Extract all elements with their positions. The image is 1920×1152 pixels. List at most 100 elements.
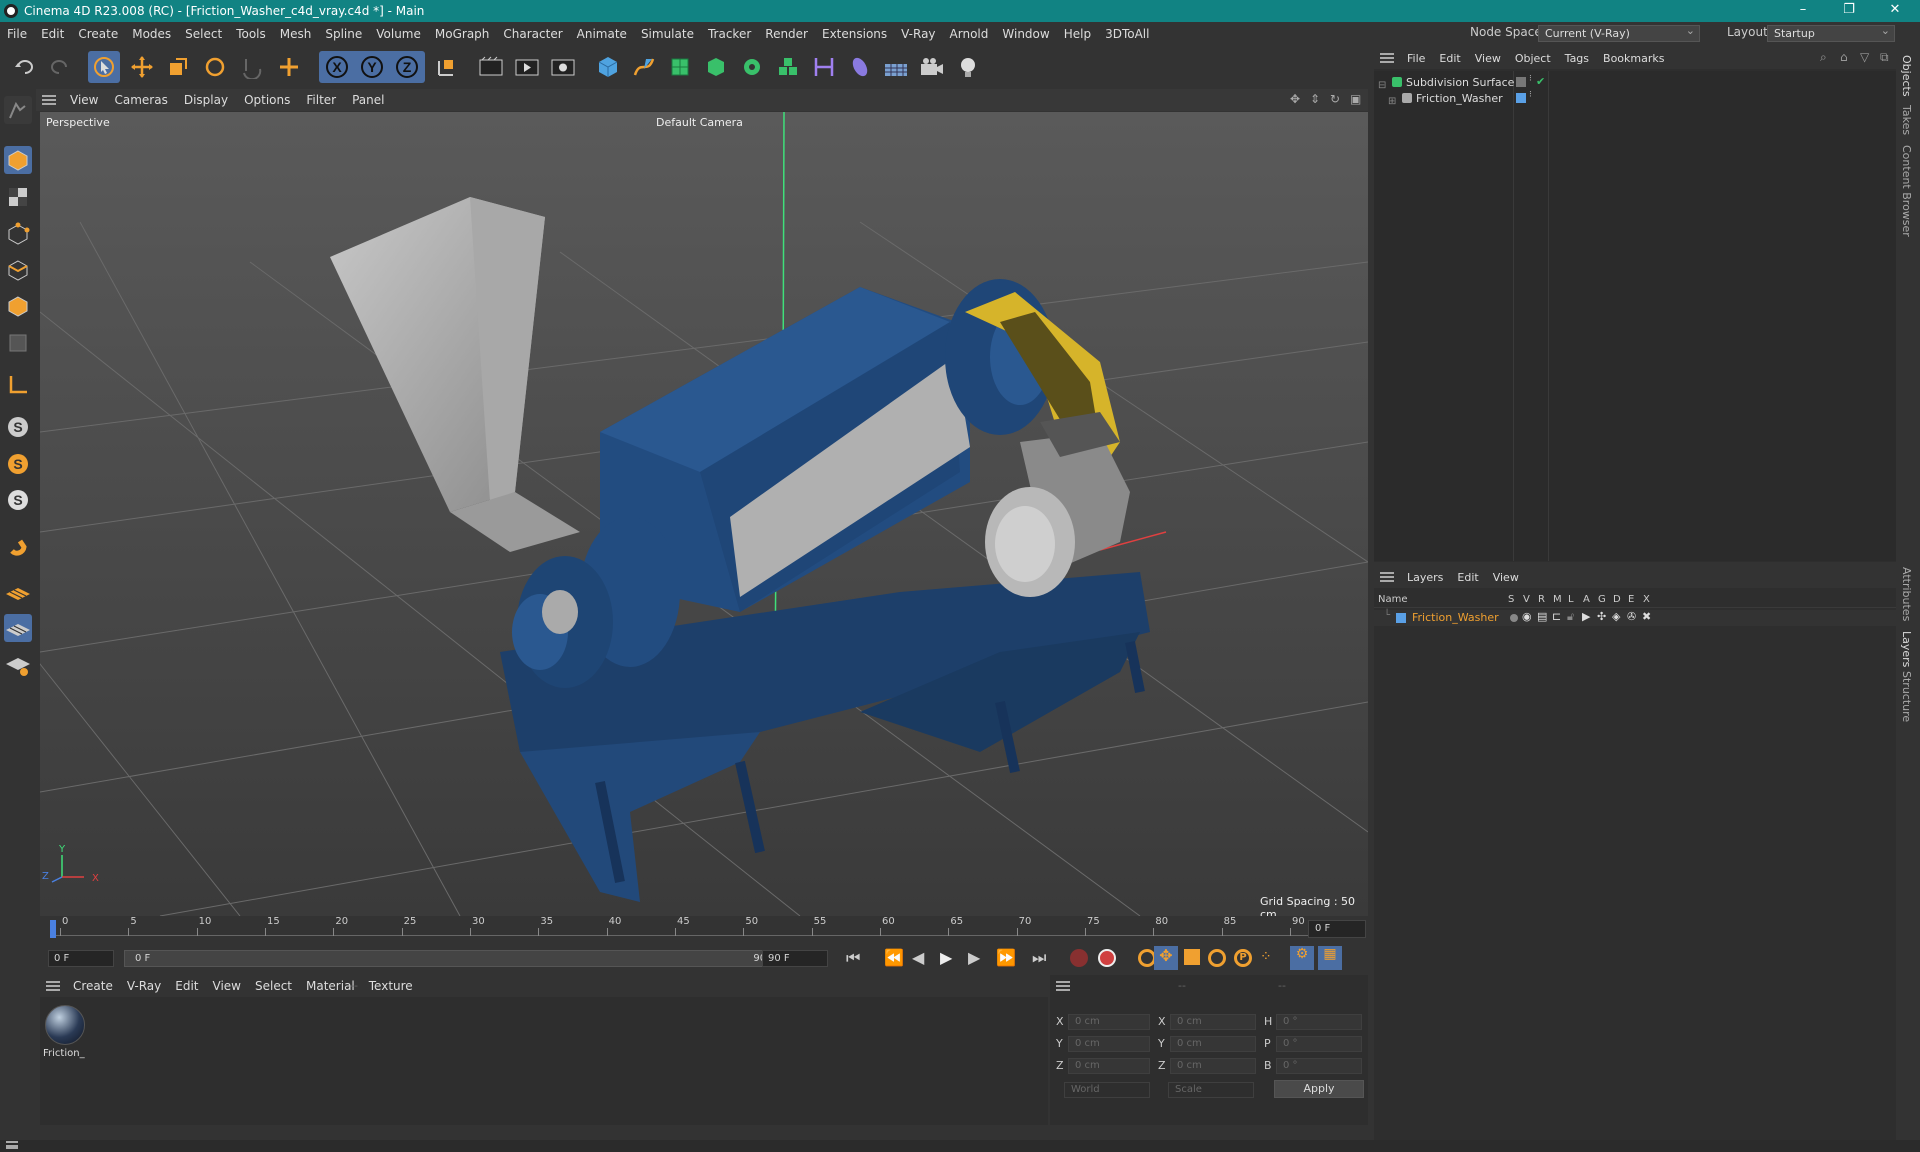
layers-menu-edit[interactable]: Edit: [1450, 571, 1485, 584]
objects-hamburger-icon[interactable]: [1380, 53, 1394, 63]
previous-key-icon[interactable]: ⏪: [884, 948, 904, 967]
cloner-icon[interactable]: [737, 51, 767, 83]
menu-3dtoall[interactable]: 3DToAll: [1098, 27, 1156, 41]
viewport-maximize-icon[interactable]: ▣: [1350, 92, 1361, 106]
layers-menu-layers[interactable]: Layers: [1400, 571, 1450, 584]
menu-arnold[interactable]: Arnold: [943, 27, 996, 41]
camera-icon[interactable]: [917, 51, 947, 83]
menu-volume[interactable]: Volume: [369, 27, 428, 41]
menu-tools[interactable]: Tools: [229, 27, 273, 41]
menu-tracker[interactable]: Tracker: [701, 27, 758, 41]
viewport-menu-cameras[interactable]: Cameras: [106, 93, 175, 107]
objects-filter-icon[interactable]: ▽: [1860, 50, 1869, 64]
material-swatch[interactable]: Friction_: [43, 1005, 87, 1061]
menu-modes[interactable]: Modes: [125, 27, 178, 41]
current-frame-field[interactable]: 0 F: [1308, 920, 1366, 938]
redo-icon[interactable]: [44, 51, 74, 83]
locked-workplane-icon[interactable]: [4, 614, 32, 642]
node-space-dropdown[interactable]: Current (V-Ray): [1538, 23, 1700, 42]
close-button[interactable]: ✕: [1872, 0, 1918, 22]
next-frame-icon[interactable]: ▶: [968, 948, 980, 967]
material-menu-view[interactable]: View: [206, 979, 248, 993]
timeline-ruler[interactable]: 0 5 10 15 20 25 30 35 40 45 50 55 60 65 70 75 80 85 90 0 F: [40, 916, 1368, 942]
object-row-friction-washer[interactable]: ⊞ Friction_Washer ⁝: [1388, 90, 1888, 107]
viewport-menu-display[interactable]: Display: [176, 93, 236, 107]
layer-color-swatch[interactable]: [1396, 613, 1406, 623]
layer-expressions-icon[interactable]: ✇: [1627, 610, 1636, 623]
menu-vray[interactable]: V-Ray: [894, 27, 942, 41]
snap-settings-icon[interactable]: S: [4, 450, 32, 478]
apply-button[interactable]: Apply: [1274, 1080, 1364, 1098]
extrude-icon[interactable]: [701, 51, 731, 83]
render-to-picture-viewer-icon[interactable]: [512, 51, 542, 83]
3d-viewport[interactable]: Y X Z Perspective Default Camera Grid Sp…: [40, 112, 1368, 916]
viewport-menu-filter[interactable]: Filter: [298, 93, 344, 107]
material-menu-vray[interactable]: V-Ray: [120, 979, 168, 993]
key-parameter-icon[interactable]: P: [1234, 949, 1252, 967]
timeline-playhead[interactable]: [50, 920, 56, 938]
workplane-snap-icon[interactable]: S: [4, 486, 32, 514]
objects-search-icon[interactable]: ⌕: [1820, 50, 1827, 65]
axis-mode-icon[interactable]: [4, 370, 32, 398]
objects-menu-object[interactable]: Object: [1508, 52, 1558, 65]
menu-spline[interactable]: Spline: [318, 27, 369, 41]
layer-manager-icon[interactable]: ⊏: [1552, 610, 1561, 623]
menu-character[interactable]: Character: [496, 27, 569, 41]
menu-help[interactable]: Help: [1057, 27, 1098, 41]
mograph-fracture-icon[interactable]: [773, 51, 803, 83]
deformer-icon[interactable]: [809, 51, 839, 83]
viewport-menu-view[interactable]: View: [62, 93, 106, 107]
z-axis-lock-icon[interactable]: Z: [392, 51, 422, 83]
status-hamburger-icon[interactable]: [6, 1141, 18, 1149]
object-mode-icon[interactable]: [4, 146, 32, 174]
layer-animation-icon[interactable]: ▶: [1582, 610, 1590, 623]
objects-menu-tags[interactable]: Tags: [1558, 52, 1596, 65]
enabled-check-icon[interactable]: ✔: [1536, 75, 1545, 88]
start-frame-field[interactable]: 0 F: [48, 950, 114, 967]
size-y-field[interactable]: 0 cm: [1170, 1036, 1256, 1052]
viewport-menu-options[interactable]: Options: [236, 93, 298, 107]
minimize-button[interactable]: –: [1780, 0, 1826, 22]
model-mode-icon[interactable]: [4, 96, 32, 124]
tab-objects[interactable]: Objects: [1900, 55, 1913, 97]
objects-menu-file[interactable]: File: [1400, 52, 1432, 65]
undo-icon[interactable]: [10, 51, 40, 83]
expand-icon[interactable]: ⊞: [1388, 96, 1396, 107]
y-axis-lock-icon[interactable]: Y: [357, 51, 387, 83]
menu-select[interactable]: Select: [178, 27, 229, 41]
layer-xrefs-icon[interactable]: ✖: [1642, 610, 1651, 623]
tab-attributes[interactable]: Attributes: [1900, 567, 1913, 621]
viewport-menu-panel[interactable]: Panel: [344, 93, 392, 107]
scale-icon[interactable]: [163, 51, 193, 83]
rot-p-field[interactable]: 0 °: [1276, 1036, 1362, 1052]
restore-button[interactable]: ❐: [1826, 0, 1872, 22]
layer-render-icon[interactable]: ▤: [1537, 610, 1547, 623]
subdivision-surface-icon[interactable]: [665, 51, 695, 83]
polygons-mode-icon[interactable]: [4, 292, 32, 320]
previous-frame-icon[interactable]: ◀: [912, 948, 924, 967]
coordinate-mode-dropdown[interactable]: Scale: [1168, 1082, 1254, 1098]
objects-home-icon[interactable]: ⌂: [1840, 50, 1848, 64]
tab-takes[interactable]: Takes: [1900, 105, 1913, 135]
menu-edit[interactable]: Edit: [34, 27, 71, 41]
coordinates-hamburger-icon[interactable]: [1056, 981, 1070, 991]
key-position-icon[interactable]: ✥: [1154, 946, 1178, 970]
menu-render[interactable]: Render: [758, 27, 815, 41]
layer-generators-icon[interactable]: ✣: [1597, 610, 1606, 623]
workplane-icon[interactable]: [4, 578, 32, 606]
coordinate-space-dropdown[interactable]: World: [1064, 1082, 1150, 1098]
motion-system-icon[interactable]: ⚙: [1290, 946, 1314, 970]
size-x-field[interactable]: 0 cm: [1170, 1014, 1256, 1030]
objects-new-window-icon[interactable]: ⧉: [1880, 50, 1889, 65]
viewport-zoom-icon[interactable]: ⇕: [1310, 92, 1320, 106]
go-to-end-icon[interactable]: ⏭: [1032, 948, 1046, 968]
layers-hamburger-icon[interactable]: [1380, 572, 1394, 582]
material-menu-texture[interactable]: Texture: [362, 979, 420, 993]
menu-mograph[interactable]: MoGraph: [428, 27, 497, 41]
layer-color-swatch[interactable]: [1516, 77, 1526, 87]
render-settings-icon[interactable]: [548, 51, 578, 83]
next-key-icon[interactable]: ⏩: [996, 948, 1016, 967]
objects-menu-view[interactable]: View: [1468, 52, 1508, 65]
menu-extensions[interactable]: Extensions: [815, 27, 894, 41]
preview-range-slider[interactable]: 0 F 90 F: [124, 950, 784, 967]
